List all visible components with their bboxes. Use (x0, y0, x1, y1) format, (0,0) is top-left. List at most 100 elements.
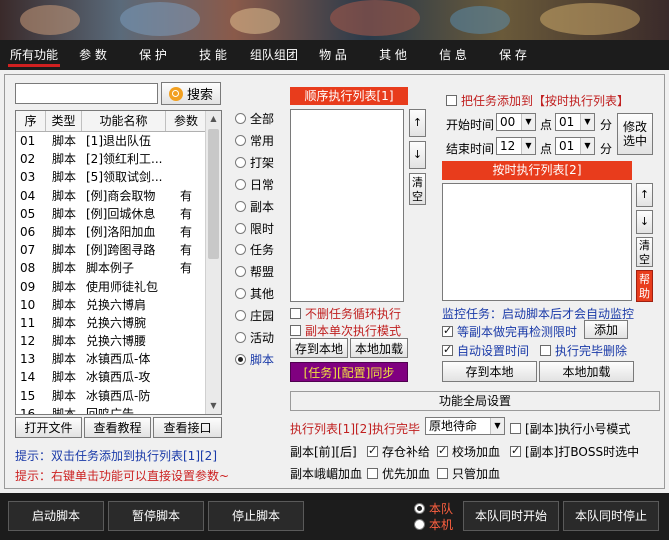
category-radio[interactable]: 脚本 (235, 351, 274, 368)
checkbox[interactable] (446, 95, 457, 106)
radio-button-selected[interactable] (414, 503, 425, 514)
category-radio[interactable]: 全部 (235, 110, 274, 127)
chk-priority-heal[interactable]: 优先加血 (367, 465, 430, 482)
start-min-select[interactable]: 01 ▼ (555, 113, 595, 131)
radio-button[interactable] (235, 353, 246, 365)
checkbox-checked[interactable] (442, 343, 453, 356)
radio-button[interactable] (235, 332, 246, 343)
table-row[interactable]: 12 脚本 兑换六博腰 (16, 332, 206, 350)
tab-protect[interactable]: 保 护 (128, 40, 178, 70)
col-param[interactable]: 参数 (166, 111, 206, 131)
table-row[interactable]: 11 脚本 兑换六博腕 (16, 314, 206, 332)
category-radio[interactable]: 打架 (235, 154, 274, 171)
end-min-select[interactable]: 01 ▼ (555, 137, 595, 155)
category-radio[interactable]: 常用 (235, 132, 274, 149)
chk-boss-select[interactable]: [副本]打BOSS时选中 (510, 443, 639, 460)
tab-all-functions[interactable]: 所有功能 (4, 40, 64, 70)
checkbox[interactable] (510, 423, 521, 434)
table-scrollbar[interactable]: ▲ ▼ (205, 111, 221, 414)
category-radio[interactable]: 帮盟 (235, 263, 274, 280)
table-row[interactable]: 05 脚本 [例]回城休息 有 (16, 205, 206, 223)
start-script-button[interactable]: 启动脚本 (8, 501, 104, 531)
category-radio[interactable]: 任务 (235, 241, 274, 258)
chk-restock[interactable]: 存仓补给 (367, 443, 430, 460)
tab-info[interactable]: 信 息 (428, 40, 478, 70)
timed-save-local-button[interactable]: 存到本地 (442, 361, 537, 382)
chk-only-heal[interactable]: 只管加血 (437, 465, 500, 482)
help-button[interactable]: 帮助 (636, 270, 653, 302)
table-row[interactable]: 07 脚本 [例]跨图寻路 有 (16, 241, 206, 259)
search-input[interactable] (15, 83, 158, 104)
timed-list-box[interactable] (442, 183, 632, 301)
category-radio[interactable]: 日常 (235, 176, 274, 193)
tab-team[interactable]: 组队组团 (244, 40, 304, 70)
timed-clear-button[interactable]: 清空 (636, 237, 653, 267)
radio-button[interactable] (235, 178, 246, 190)
chk-auto-time[interactable]: 自动设置时间 (442, 342, 529, 359)
checkbox-checked[interactable] (510, 444, 521, 457)
radio-button[interactable] (235, 113, 246, 124)
function-table[interactable]: 序 类型 功能名称 参数 01 脚本 [1]退出队伍 02 脚本 [2]领红利工... 03… (15, 110, 222, 415)
start-hour-select[interactable]: 00 ▼ (496, 113, 536, 131)
seq-clear-button[interactable]: 清空 (409, 173, 426, 205)
checkbox[interactable] (290, 308, 301, 319)
category-radio[interactable]: 其他 (235, 285, 274, 302)
radio-button[interactable] (235, 156, 246, 168)
table-row[interactable]: 02 脚本 [2]领红利工... (16, 150, 206, 168)
radio-button[interactable] (235, 200, 246, 212)
table-row[interactable]: 13 脚本 冰镇西瓜-体 (16, 350, 206, 368)
category-radio[interactable]: 副本 (235, 198, 274, 215)
radio-button[interactable] (414, 519, 425, 530)
timed-load-local-button[interactable]: 本地加载 (539, 361, 634, 382)
radio-button[interactable] (235, 288, 246, 300)
col-index[interactable]: 序 (16, 111, 46, 131)
seq-move-up-button[interactable]: ↑ (409, 109, 426, 137)
table-row[interactable]: 03 脚本 [5]领取试剑... (16, 168, 206, 186)
category-radio[interactable]: 活动 (235, 329, 274, 346)
table-row[interactable]: 14 脚本 冰镇西瓜-攻 (16, 368, 206, 386)
end-hour-select[interactable]: 12 ▼ (496, 137, 536, 155)
chk-add-to-timed[interactable]: 把任务添加到【按时执行列表】 (446, 92, 629, 109)
tab-params[interactable]: 参 数 (68, 40, 118, 70)
tab-items[interactable]: 物 品 (308, 40, 358, 70)
table-row[interactable]: 06 脚本 [例]洛阳加血 有 (16, 223, 206, 241)
team-start-button[interactable]: 本队同时开始 (463, 501, 559, 531)
chk-wait-dungeon[interactable]: 等副本做完再检测限时 (442, 323, 577, 340)
stop-script-button[interactable]: 停止脚本 (208, 501, 304, 531)
radio-button[interactable] (235, 134, 246, 146)
radio-button[interactable] (235, 244, 246, 256)
pause-script-button[interactable]: 暂停脚本 (108, 501, 204, 531)
scroll-down-icon[interactable]: ▼ (206, 398, 221, 414)
timed-move-up-button[interactable]: ↑ (636, 183, 653, 207)
sync-button[interactable]: [任务][配置]同步 (290, 362, 408, 382)
tab-skills[interactable]: 技 能 (188, 40, 238, 70)
seq-move-down-button[interactable]: ↓ (409, 141, 426, 169)
table-row[interactable]: 08 脚本 脚本例子 有 (16, 259, 206, 277)
checkbox[interactable] (290, 325, 301, 336)
timed-add-button[interactable]: 添加 (584, 320, 628, 339)
checkbox-checked[interactable] (437, 444, 448, 457)
table-row[interactable]: 15 脚本 冰镇西瓜-防 (16, 387, 206, 405)
table-row[interactable]: 09 脚本 使用师徒礼包 (16, 278, 206, 296)
checkbox-checked[interactable] (367, 444, 378, 457)
checkbox[interactable] (367, 468, 378, 479)
table-row[interactable]: 16 脚本 回鸣广告 (16, 405, 206, 414)
chk-no-delete-loop[interactable]: 不删任务循环执行 (290, 305, 401, 322)
open-file-button[interactable]: 打开文件 (15, 417, 82, 438)
seq-save-local-button[interactable]: 存到本地 (290, 338, 348, 358)
radio-machine[interactable]: 本机 (414, 516, 453, 533)
radio-button[interactable] (235, 222, 246, 234)
modify-selected-button[interactable]: 修改选中 (617, 113, 653, 155)
view-tutorial-button[interactable]: 查看教程 (84, 417, 151, 438)
chk-small-mode[interactable]: [副本]执行小号模式 (510, 420, 630, 437)
exec-after-select[interactable]: 原地待命 ▼ (425, 417, 505, 435)
chk-single-dungeon[interactable]: 副本单次执行模式 (290, 322, 401, 339)
radio-button[interactable] (235, 266, 246, 278)
category-radio[interactable]: 限时 (235, 220, 274, 237)
seq-load-local-button[interactable]: 本地加载 (350, 338, 408, 358)
col-name[interactable]: 功能名称 (82, 111, 166, 131)
radio-team[interactable]: 本队 (414, 500, 453, 517)
radio-button[interactable] (235, 310, 246, 322)
tab-other[interactable]: 其 他 (368, 40, 418, 70)
timed-move-down-button[interactable]: ↓ (636, 210, 653, 234)
